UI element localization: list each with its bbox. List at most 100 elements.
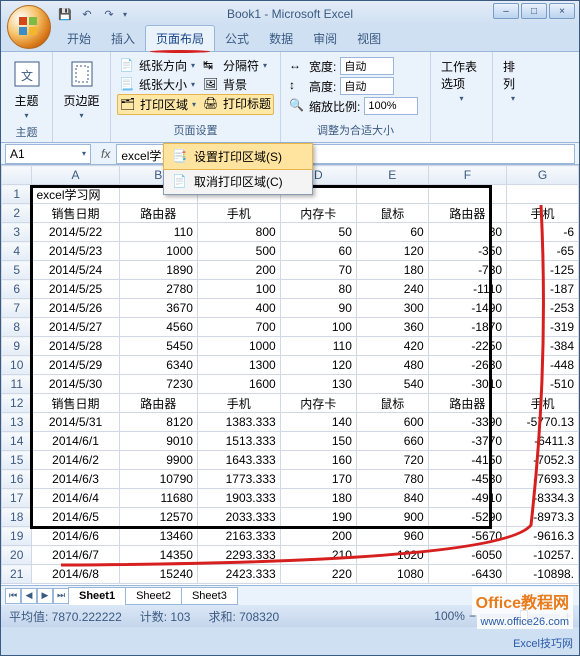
tab-home[interactable]: 开始: [57, 26, 101, 51]
cell[interactable]: 80: [280, 280, 356, 299]
cell[interactable]: 150: [280, 432, 356, 451]
cell[interactable]: 2014/6/2: [32, 451, 119, 470]
cell[interactable]: 3670: [119, 299, 197, 318]
cell[interactable]: -3770: [428, 432, 506, 451]
cell[interactable]: 2780: [119, 280, 197, 299]
cell[interactable]: 100: [197, 280, 280, 299]
cell[interactable]: 2014/5/24: [32, 261, 119, 280]
cell[interactable]: 1643.333: [197, 451, 280, 470]
cell[interactable]: 8120: [119, 413, 197, 432]
arrange-button[interactable]: 排列▾: [499, 56, 527, 105]
row-header[interactable]: 17: [2, 489, 32, 508]
cell[interactable]: 120: [356, 242, 428, 261]
cell[interactable]: 鼠标: [356, 204, 428, 223]
cell[interactable]: 2014/6/3: [32, 470, 119, 489]
cell[interactable]: 2014/5/28: [32, 337, 119, 356]
cell[interactable]: 180: [280, 489, 356, 508]
name-box[interactable]: A1▾: [5, 144, 91, 164]
cell[interactable]: 70: [280, 261, 356, 280]
cell[interactable]: -7052.3: [507, 451, 579, 470]
cell[interactable]: 11680: [119, 489, 197, 508]
cell[interactable]: 路由器: [119, 394, 197, 413]
cell[interactable]: 2014/6/1: [32, 432, 119, 451]
cell[interactable]: -1490: [428, 299, 506, 318]
row-header[interactable]: 14: [2, 432, 32, 451]
cell[interactable]: -448: [507, 356, 579, 375]
cell[interactable]: 110: [119, 223, 197, 242]
row-header[interactable]: 4: [2, 242, 32, 261]
cell[interactable]: 660: [356, 432, 428, 451]
cell[interactable]: -8973.3: [507, 508, 579, 527]
cell[interactable]: -6050: [428, 546, 506, 565]
cell[interactable]: -65: [507, 242, 579, 261]
cell[interactable]: -7693.3: [507, 470, 579, 489]
cell[interactable]: -4910: [428, 489, 506, 508]
col-header-F[interactable]: F: [428, 166, 506, 185]
prev-sheet-button[interactable]: ◀: [21, 588, 37, 604]
cell[interactable]: 12570: [119, 508, 197, 527]
cell[interactable]: 2014/6/6: [32, 527, 119, 546]
sheet-options-button[interactable]: 工作表选项▾: [437, 56, 486, 105]
cell[interactable]: 2014/5/31: [32, 413, 119, 432]
row-header[interactable]: 13: [2, 413, 32, 432]
cell[interactable]: -10898.: [507, 565, 579, 584]
background-button[interactable]: 🖼背景: [201, 75, 273, 94]
cell[interactable]: 900: [356, 508, 428, 527]
cell[interactable]: -5290: [428, 508, 506, 527]
cell[interactable]: 360: [356, 318, 428, 337]
cell[interactable]: 路由器: [119, 204, 197, 223]
select-all-cell[interactable]: [2, 166, 32, 185]
tab-formulas[interactable]: 公式: [215, 26, 259, 51]
cell[interactable]: 190: [280, 508, 356, 527]
width-select[interactable]: [340, 57, 394, 75]
cell[interactable]: 1890: [119, 261, 197, 280]
cell[interactable]: 700: [197, 318, 280, 337]
cell[interactable]: 30: [428, 223, 506, 242]
row-header[interactable]: 2: [2, 204, 32, 223]
cell[interactable]: excel学习网: [32, 185, 119, 204]
cell[interactable]: 1000: [197, 337, 280, 356]
cell[interactable]: 2014/5/30: [32, 375, 119, 394]
cell[interactable]: 480: [356, 356, 428, 375]
cell[interactable]: -2630: [428, 356, 506, 375]
zoom-slider[interactable]: [480, 614, 560, 618]
cell[interactable]: 10790: [119, 470, 197, 489]
cell[interactable]: 420: [356, 337, 428, 356]
cell[interactable]: -8334.3: [507, 489, 579, 508]
save-icon[interactable]: 💾: [57, 6, 73, 22]
cell[interactable]: 5450: [119, 337, 197, 356]
cell[interactable]: -4150: [428, 451, 506, 470]
sheet-tab-2[interactable]: Sheet2: [125, 587, 182, 605]
cell[interactable]: 2293.333: [197, 546, 280, 565]
cell[interactable]: 960: [356, 527, 428, 546]
maximize-button[interactable]: □: [521, 3, 547, 19]
cell[interactable]: 手机: [197, 204, 280, 223]
cell[interactable]: 1300: [197, 356, 280, 375]
fx-icon[interactable]: fx: [95, 147, 116, 161]
cell[interactable]: 180: [356, 261, 428, 280]
cell[interactable]: [428, 185, 506, 204]
cell[interactable]: 2163.333: [197, 527, 280, 546]
cell[interactable]: -6430: [428, 565, 506, 584]
cell[interactable]: 1000: [119, 242, 197, 261]
cell[interactable]: [356, 185, 428, 204]
cell[interactable]: -3390: [428, 413, 506, 432]
cell[interactable]: -6411.3: [507, 432, 579, 451]
row-header[interactable]: 8: [2, 318, 32, 337]
cell[interactable]: 6340: [119, 356, 197, 375]
themes-button[interactable]: 文 主题 ▾: [7, 56, 46, 122]
cell[interactable]: 2014/5/23: [32, 242, 119, 261]
row-header[interactable]: 19: [2, 527, 32, 546]
cell[interactable]: 路由器: [428, 204, 506, 223]
cell[interactable]: 160: [280, 451, 356, 470]
tab-view[interactable]: 视图: [347, 26, 391, 51]
cell[interactable]: 2014/5/27: [32, 318, 119, 337]
cell[interactable]: -3010: [428, 375, 506, 394]
height-select[interactable]: [340, 77, 394, 95]
tab-page-layout[interactable]: 页面布局: [145, 25, 215, 51]
cell[interactable]: [507, 185, 579, 204]
row-header[interactable]: 15: [2, 451, 32, 470]
col-header-G[interactable]: G: [507, 166, 579, 185]
cell[interactable]: 100: [280, 318, 356, 337]
cell[interactable]: 手机: [507, 394, 579, 413]
